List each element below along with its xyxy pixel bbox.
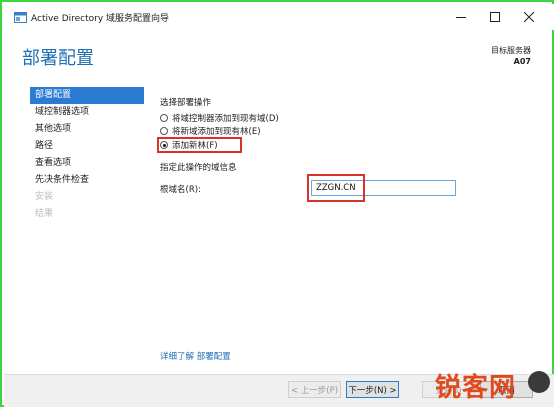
maximize-icon (490, 12, 500, 22)
sidebar-nav: 部署配置 域控制器选项 其他选项 路径 查看选项 先决条件检查 安装 结果 (30, 87, 144, 223)
add-dc-to-existing-domain-radio[interactable]: 将域控制器添加到现有域(D) (160, 112, 279, 124)
annotation-highlight-box (307, 174, 365, 202)
close-button[interactable] (512, 5, 546, 29)
root-domain-label: 根域名(R): (160, 185, 201, 195)
sidebar-item-domain-controller-options[interactable]: 域控制器选项 (30, 104, 144, 121)
minimize-button[interactable] (444, 5, 478, 29)
sidebar-item-paths[interactable]: 路径 (30, 138, 144, 155)
title-bar: Active Directory 域服务配置向导 (4, 4, 554, 30)
radio-indicator (160, 114, 168, 122)
sidebar-item-deployment-configuration[interactable]: 部署配置 (30, 87, 144, 104)
watermark-logo-icon (528, 371, 550, 393)
server-manager-icon (14, 12, 27, 23)
radio-label: 将域控制器添加到现有域(D) (172, 114, 279, 124)
sidebar-item-results: 结果 (35, 209, 54, 219)
annotation-highlight-box (157, 137, 242, 153)
maximize-button[interactable] (478, 5, 512, 29)
add-domain-to-existing-forest-radio[interactable]: 将新域添加到现有林(E) (160, 125, 261, 137)
page-title: 部署配置 (22, 48, 94, 69)
previous-button[interactable]: < 上一步(P) (288, 381, 341, 398)
next-button[interactable]: 下一步(N) > (346, 381, 399, 398)
close-icon (524, 12, 534, 22)
window-frame: Active Directory 域服务配置向导 部署配置 目标服务器 A07 … (0, 0, 554, 407)
domain-info-label: 指定此操作的域信息 (160, 163, 237, 173)
radio-indicator (160, 127, 168, 135)
watermark: 锐客网 (435, 367, 553, 407)
sidebar-item-installation: 安装 (35, 192, 54, 202)
watermark-text: 锐客网 (435, 373, 517, 403)
operation-section-label: 选择部署操作 (160, 98, 212, 108)
target-server-label: 目标服务器 (491, 46, 531, 55)
sidebar-item-prerequisites-check[interactable]: 先决条件检查 (30, 172, 144, 189)
target-server-name: A07 (513, 57, 531, 66)
radio-label: 将新域添加到现有林(E) (172, 127, 261, 137)
sidebar-item-additional-options[interactable]: 其他选项 (30, 121, 144, 138)
window-title: Active Directory 域服务配置向导 (31, 14, 170, 24)
more-info-link[interactable]: 详细了解 部署配置 (160, 350, 231, 362)
sidebar-item-review-options[interactable]: 查看选项 (30, 155, 144, 172)
minimize-icon (456, 17, 466, 18)
